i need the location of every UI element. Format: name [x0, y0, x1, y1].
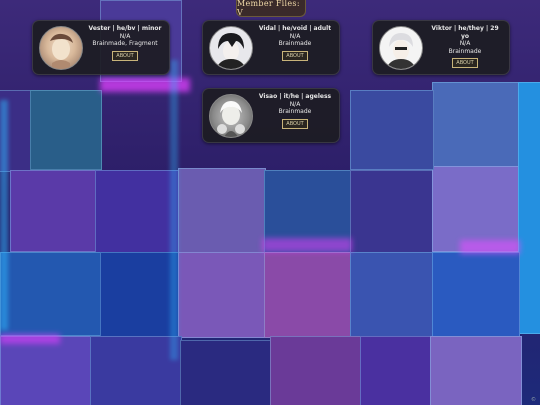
bg-cube	[270, 336, 362, 405]
about-button[interactable]: ABOUT	[112, 50, 138, 61]
portrait-white-hair-avatar	[379, 26, 423, 70]
cyan-glow	[0, 100, 8, 330]
bg-cube	[350, 252, 436, 338]
member-card-vidal: Vidal | he/void | adult N/A Brainmade AB…	[202, 20, 340, 75]
bg-cube	[180, 340, 272, 405]
magenta-glow	[460, 240, 520, 254]
bg-cube	[178, 252, 266, 338]
member-origin: Brainmade, Fragment	[92, 40, 158, 47]
member-origin: Brainmade	[278, 40, 312, 47]
magenta-glow	[262, 238, 352, 252]
avatar-figure-icon	[386, 33, 416, 69]
bg-cube	[90, 336, 182, 405]
member-origin: Brainmade	[448, 47, 482, 55]
avatar-figure-icon	[50, 33, 73, 69]
bg-cube	[264, 252, 352, 338]
bg-cube	[430, 336, 522, 405]
portrait-cat-avatar	[39, 26, 83, 70]
member-name: Vester | he/bv | minor	[88, 25, 162, 32]
bg-cube	[432, 82, 520, 168]
avatar-figure-icon	[216, 33, 246, 69]
bg-cube	[10, 170, 97, 252]
bg-cube	[30, 90, 102, 170]
member-card-visao: Visao | it/he | ageless N/A Brainmade AB…	[202, 88, 340, 143]
bg-cube	[95, 170, 182, 257]
page-title: Member Files: V	[236, 0, 306, 17]
bg-cube	[0, 336, 92, 405]
portrait-skull-avatar	[209, 94, 253, 138]
avatar-figure-icon	[217, 101, 245, 137]
about-button[interactable]: ABOUT	[452, 58, 478, 68]
bg-cube	[0, 252, 102, 336]
portrait-dark-hair-avatar	[209, 26, 253, 70]
about-button[interactable]: ABOUT	[282, 118, 308, 129]
member-status: N/A	[289, 100, 301, 108]
member-card-vester: Vester | he/bv | minor N/A Brainmade, Fr…	[32, 20, 170, 75]
member-name: Vidal | he/void | adult	[258, 25, 332, 32]
corner-mark: ©	[531, 397, 536, 403]
member-status: N/A	[119, 32, 131, 40]
bg-cube	[178, 168, 266, 254]
member-status: N/A	[289, 32, 301, 40]
cyan-glow	[170, 60, 178, 360]
magenta-glow	[0, 334, 60, 344]
about-button[interactable]: ABOUT	[282, 50, 308, 61]
member-name: Visao | it/he | ageless	[258, 93, 332, 100]
member-origin: Brainmade	[278, 108, 312, 115]
bg-cube	[432, 252, 520, 338]
bg-cube	[350, 90, 434, 170]
bg-cube	[350, 170, 436, 254]
bg-cube	[518, 82, 540, 334]
member-name: Viktor | he/they | 29 yo	[431, 25, 499, 40]
member-status: N/A	[459, 40, 471, 47]
member-card-viktor: Viktor | he/they | 29 yo N/A Brainmade A…	[372, 20, 510, 75]
